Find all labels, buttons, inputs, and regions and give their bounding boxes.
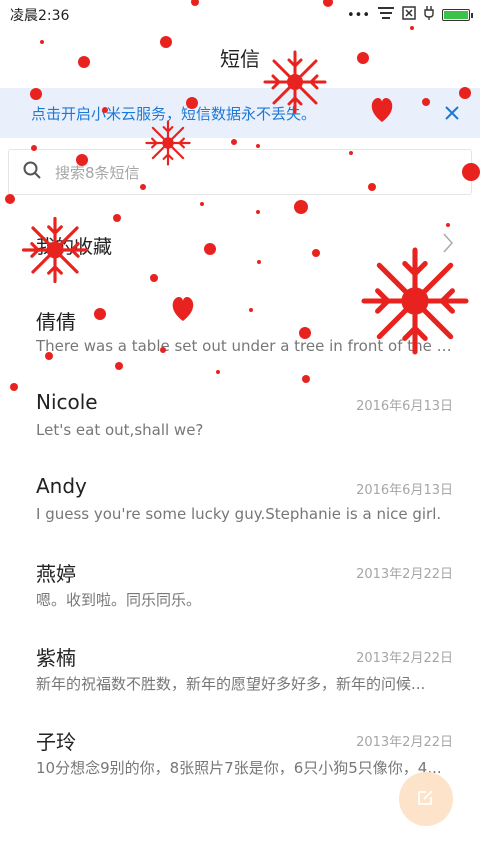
message-date: 2013年2月22日 [356,567,453,582]
message-preview: 嗯。收到啦。同乐同乐。 [36,591,202,609]
message-date: 2013年2月22日 [356,735,453,750]
battery-fill [444,11,468,19]
message-preview: There was a table set out under a tree i… [36,337,454,355]
message-item[interactable]: 倩倩 There was a table set out under a tre… [0,290,480,374]
contact-name: 紫楠 [36,646,76,670]
search-input[interactable]: 搜索8条短信 [8,149,472,195]
compose-icon [417,788,435,810]
message-preview: I guess you're some lucky guy.Stephanie … [36,505,442,523]
cloud-service-banner[interactable]: 点击开启小米云服务，短信数据永不丢失。 [0,88,480,138]
message-list: 倩倩 There was a table set out under a tre… [0,290,480,794]
compose-button[interactable] [399,772,453,826]
status-time: 凌晨2:36 [10,8,70,24]
message-item[interactable]: Andy 2016年6月13日 I guess you're some luck… [0,458,480,542]
message-date: 2013年2月22日 [356,651,453,666]
favorites-row[interactable]: 我的收藏 [0,218,480,272]
cloud-banner-text[interactable]: 点击开启小米云服务，短信数据永不丢失。 [31,103,316,124]
no-sim-icon [402,6,416,24]
notification-icon [378,7,394,23]
message-preview: 新年的祝福数不胜数，新年的愿望好多好多，新年的问候... [36,675,426,693]
favorites-label: 我的收藏 [36,235,113,258]
message-date: 2016年6月13日 [356,483,453,498]
message-item[interactable]: 紫楠 2013年2月22日 新年的祝福数不胜数，新年的愿望好多好多，新年的问候.… [0,626,480,710]
search-icon [23,161,41,183]
battery-icon [442,9,473,21]
contact-name: 燕婷 [36,562,76,586]
contact-name: Nicole [36,390,98,414]
message-preview: Let's eat out,shall we? [36,421,204,439]
contact-name: Andy [36,474,87,498]
charging-icon [424,6,434,24]
message-item[interactable]: Nicole 2016年6月13日 Let's eat out,shall we… [0,374,480,458]
chevron-right-icon [442,232,454,260]
search-placeholder: 搜索8条短信 [55,163,140,182]
page-title: 短信 [220,47,260,71]
close-icon[interactable] [440,101,464,125]
contact-name: 子玲 [36,730,76,754]
status-icons: ••• [346,6,473,24]
message-item[interactable]: 燕婷 2013年2月22日 嗯。收到啦。同乐同乐。 [0,542,480,626]
message-preview: 10分想念9别的你，8张照片7张是你，6只小狗5只像你，4... [36,759,442,777]
contact-name: 倩倩 [36,310,76,334]
header: 短信 [0,30,480,85]
message-date: 2016年6月13日 [356,399,453,414]
status-bar: 凌晨2:36 ••• [0,0,480,30]
more-dots-icon: ••• [346,7,370,23]
